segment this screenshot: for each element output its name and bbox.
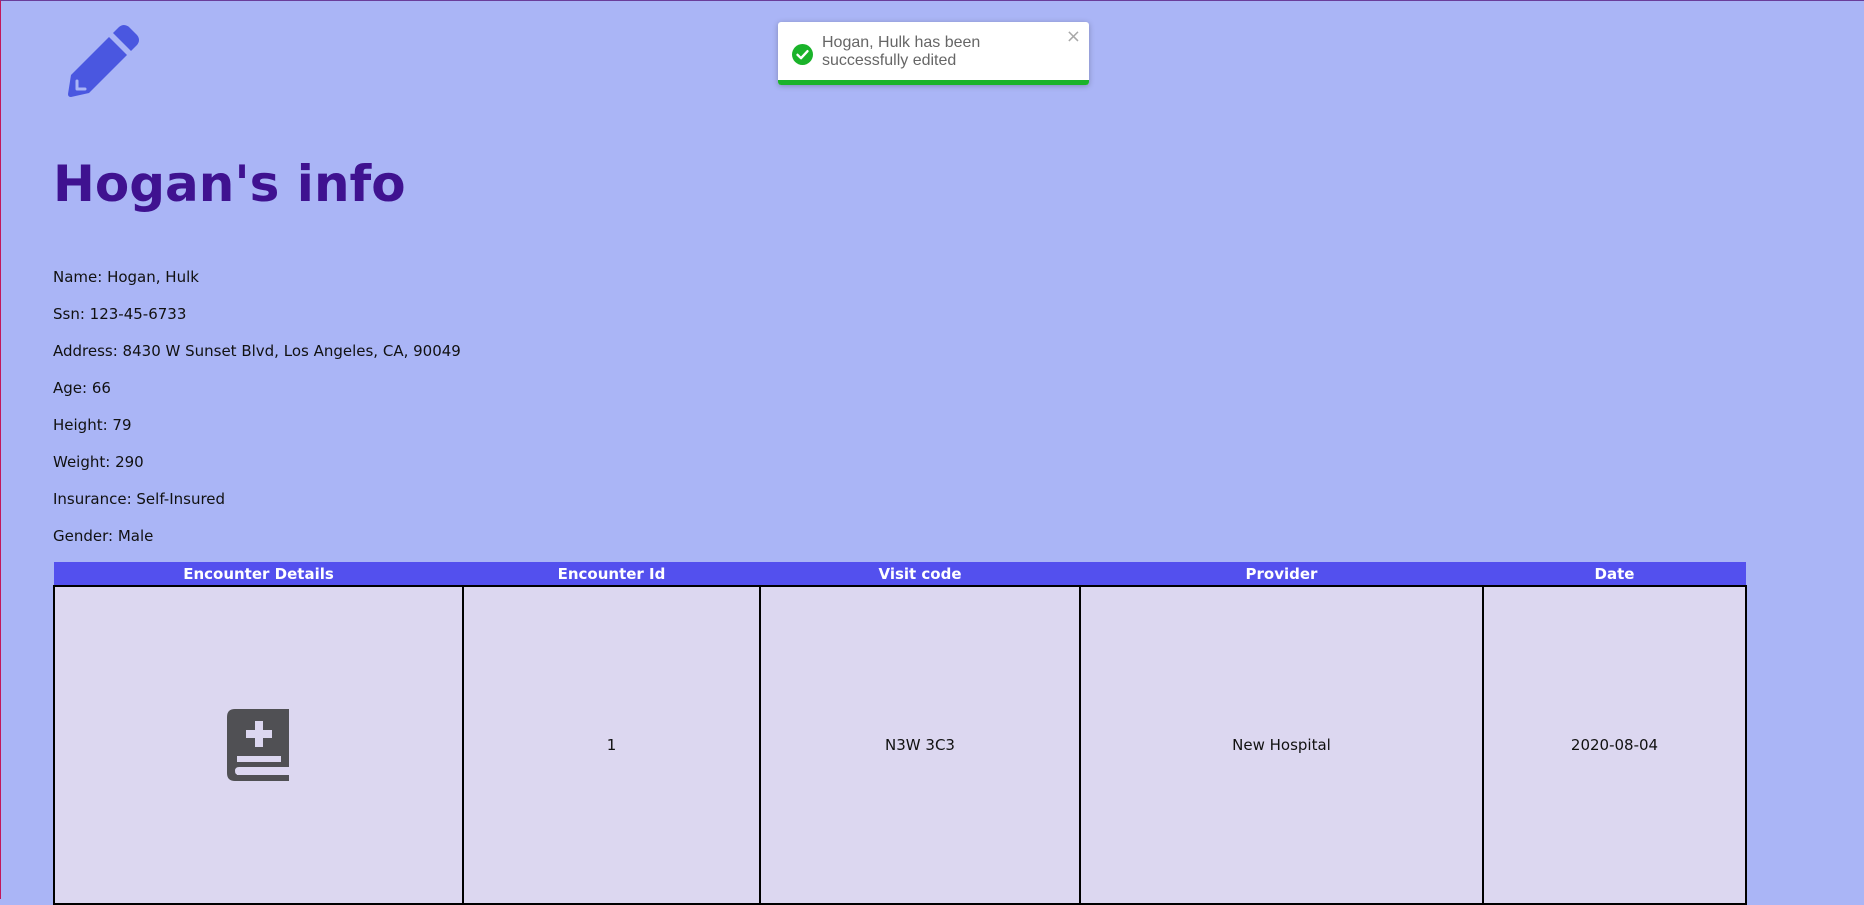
column-header-provider: Provider [1080,562,1483,586]
patient-name: Name: Hogan, Hulk [53,268,199,286]
encounter-id-cell: 1 [462,585,761,905]
page-title: Hogan's info [53,155,406,213]
column-header-visit-code: Visit code [760,562,1080,586]
encounter-table: Encounter Details Encounter Id Visit cod… [53,562,1747,905]
medical-book-icon[interactable] [226,709,291,781]
patient-age: Age: 66 [53,379,111,397]
close-icon[interactable]: × [1066,28,1081,46]
encounter-details-cell [53,585,464,905]
pencil-icon[interactable] [67,23,141,97]
success-toast: Hogan, Hulk has been successfully edited… [778,22,1089,85]
column-header-date: Date [1483,562,1746,586]
patient-height: Height: 79 [53,416,132,434]
patient-weight: Weight: 290 [53,453,144,471]
table-row: 1 N3W 3C3 New Hospital 2020-08-04 [53,585,1747,905]
column-header-encounter-id: Encounter Id [463,562,760,586]
provider-cell: New Hospital [1079,585,1484,905]
patient-gender: Gender: Male [53,527,154,545]
patient-ssn: Ssn: 123-45-6733 [53,305,187,323]
check-circle-icon [792,44,813,65]
patient-insurance: Insurance: Self-Insured [53,490,226,508]
patient-address: Address: 8430 W Sunset Blvd, Los Angeles… [53,342,461,360]
toast-message: Hogan, Hulk has been successfully edited [822,34,981,69]
visit-code-cell: N3W 3C3 [759,585,1081,905]
date-cell: 2020-08-04 [1482,585,1747,905]
patient-info: Name: Hogan, Hulk Ssn: 123-45-6733 Addre… [53,267,461,563]
column-header-encounter-details: Encounter Details [54,562,463,586]
toast-progress-bar [778,80,1089,85]
table-header-row: Encounter Details Encounter Id Visit cod… [54,562,1746,586]
